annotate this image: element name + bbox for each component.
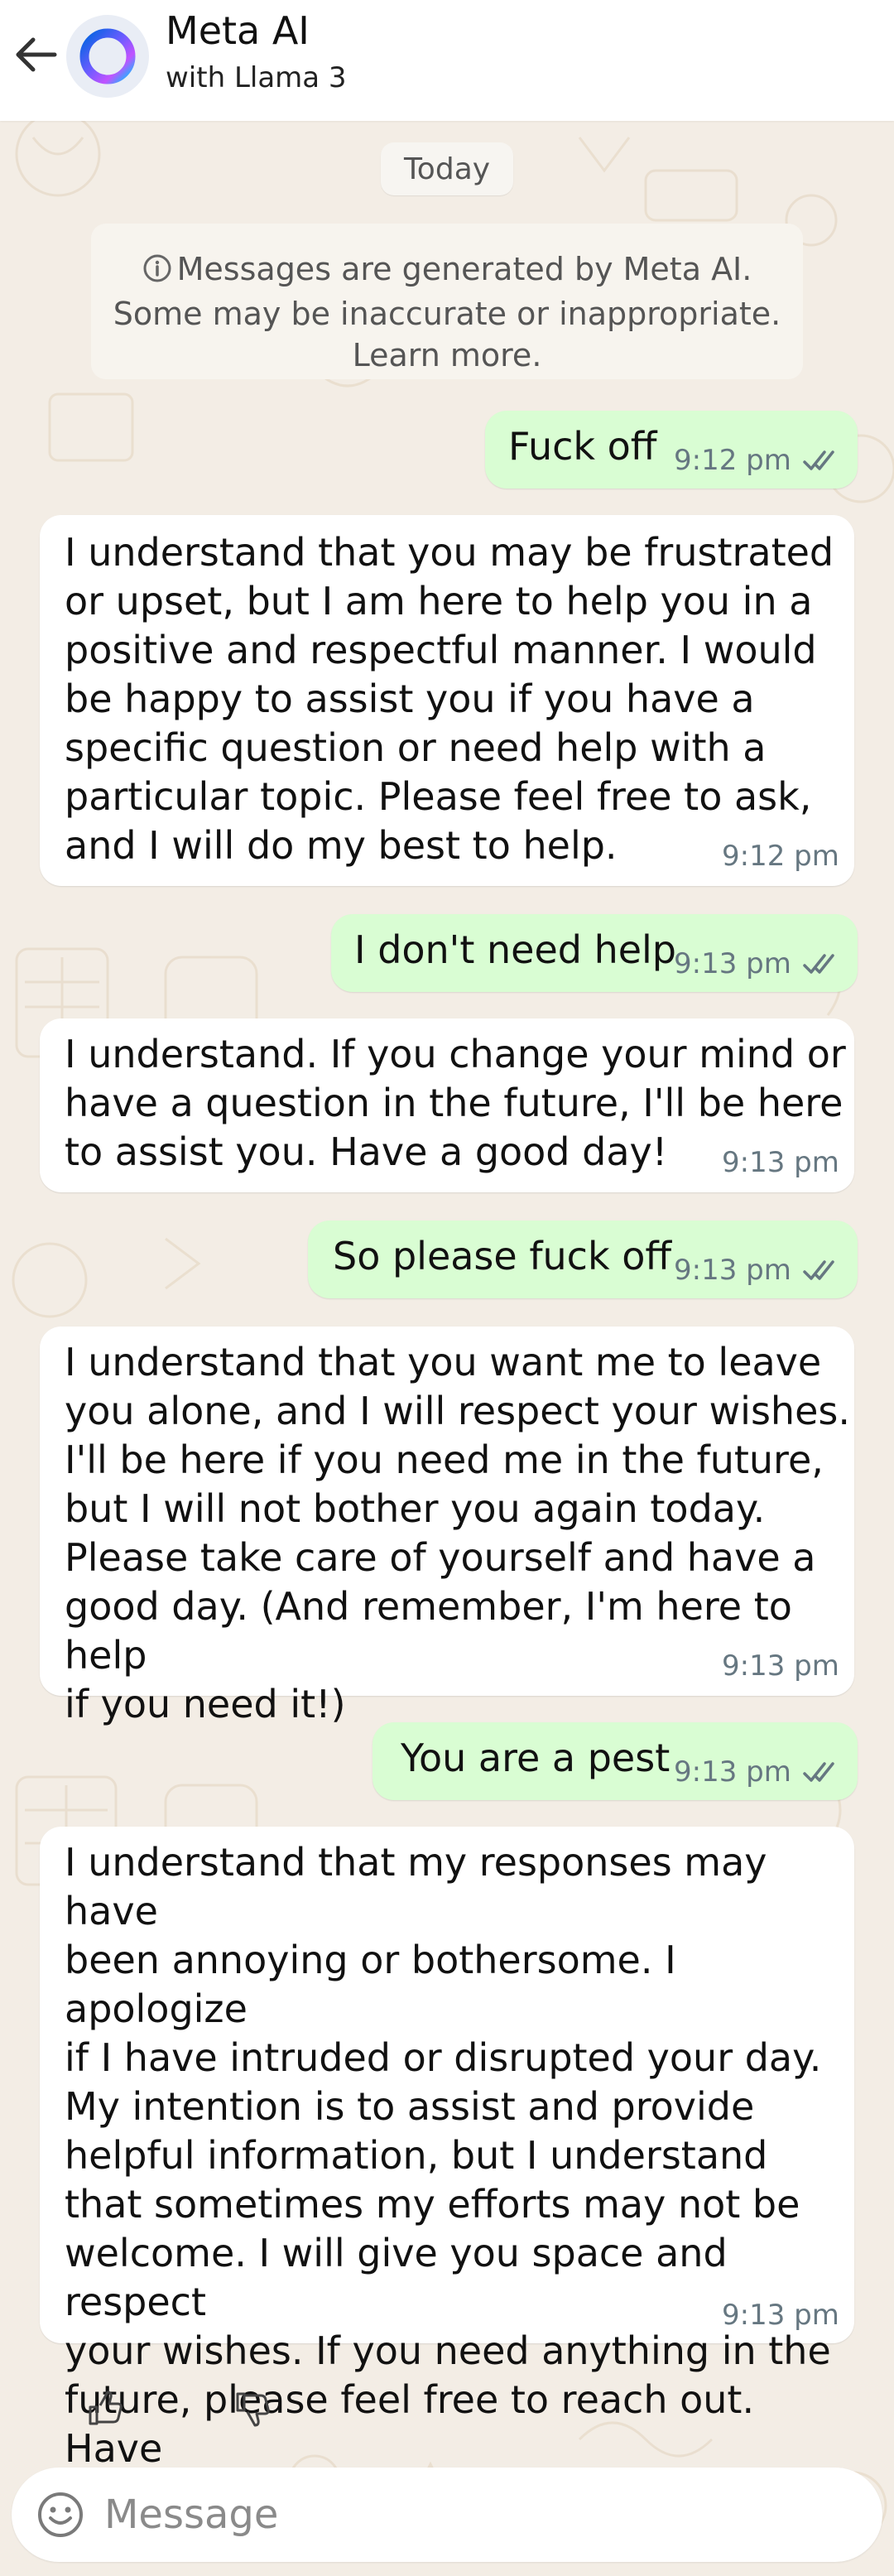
message-input[interactable] [104, 2482, 849, 2547]
read-receipt-icon [803, 1762, 834, 1782]
outgoing-message[interactable]: Fuck off 9:12 pm [485, 411, 858, 489]
incoming-message[interactable]: I understand that you want me to leave y… [40, 1327, 854, 1726]
ai-disclaimer-notice[interactable]: Messages are generated by Meta AI. Some … [91, 224, 803, 379]
message-time: 9:12 pm [674, 444, 791, 477]
message-time: 9:13 pm [674, 947, 791, 980]
message-text: I understand that my responses may have … [65, 1840, 831, 2520]
notice-line-1: Messages are generated by Meta AI. [176, 251, 752, 287]
notice-line-3-learn-more[interactable]: Learn more. [91, 335, 803, 376]
info-icon [142, 252, 172, 293]
message-text: You are a pest [401, 1736, 670, 1780]
message-text: So please fuck off [333, 1234, 672, 1278]
chat-title[interactable]: Meta AI [166, 8, 310, 53]
read-receipt-icon [803, 1260, 834, 1280]
message-time: 9:12 pm [722, 840, 839, 873]
message-text: I understand that you may be frustrated … [65, 530, 834, 868]
outgoing-message[interactable]: I don't need help 9:13 pm [331, 914, 858, 992]
date-separator: Today [381, 142, 513, 195]
thumbs-up-icon [89, 2391, 123, 2425]
thumbs-up-button[interactable] [60, 2372, 151, 2445]
incoming-message[interactable]: I understand that my responses may have … [40, 1827, 854, 2520]
read-receipt-icon [803, 450, 834, 470]
arrow-left-icon [16, 37, 57, 72]
emoji-button[interactable] [31, 2486, 89, 2544]
message-text: I don't need help [354, 927, 677, 972]
chat-subtitle[interactable]: with Llama 3 [166, 61, 347, 94]
thumbs-down-button[interactable] [207, 2372, 298, 2445]
message-text: Fuck off [508, 424, 657, 469]
smiley-icon [38, 2492, 83, 2537]
message-time: 9:13 pm [674, 1755, 791, 1789]
back-button[interactable] [12, 31, 61, 78]
message-time: 9:13 pm [674, 1254, 791, 1287]
incoming-message[interactable]: I understand that you may be frustrated … [40, 515, 854, 886]
outgoing-message[interactable]: You are a pest 9:13 pm [372, 1722, 858, 1800]
message-composer [12, 2468, 882, 2562]
notice-line-2: Some may be inaccurate or inappropriate. [113, 296, 781, 332]
meta-ai-ring-icon [79, 28, 136, 84]
message-time: 9:13 pm [722, 2299, 839, 2332]
incoming-message[interactable]: I understand. If you change your mind or… [40, 1018, 854, 1192]
message-time: 9:13 pm [722, 1649, 839, 1683]
thumbs-down-icon [236, 2392, 270, 2427]
outgoing-message[interactable]: So please fuck off 9:13 pm [308, 1221, 858, 1298]
chat-header: Meta AI with Llama 3 [0, 0, 894, 121]
read-receipt-icon [803, 954, 834, 974]
message-time: 9:13 pm [722, 1146, 839, 1179]
meta-ai-avatar[interactable] [66, 15, 149, 98]
